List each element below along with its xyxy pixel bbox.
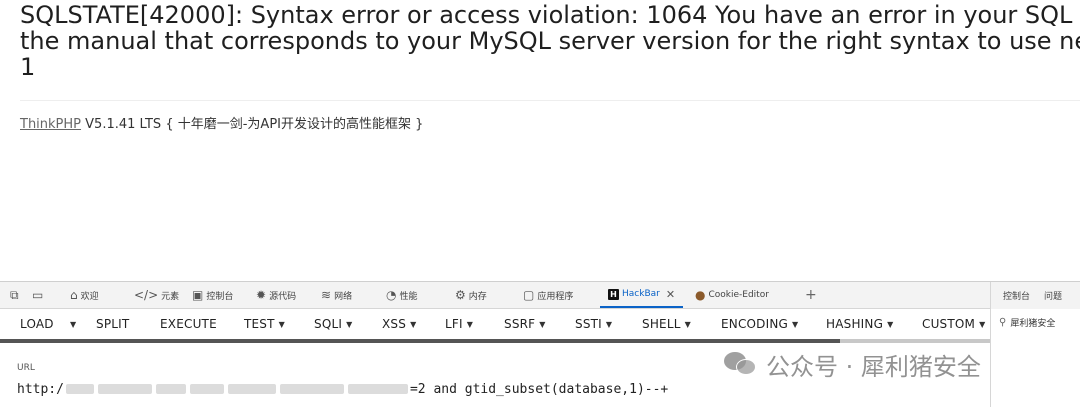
error-line-3: 1 xyxy=(20,53,36,81)
url-input[interactable]: http:/ =2 and gtid_subset(database,1)--+ xyxy=(17,380,668,398)
caret-down-icon: ▼ xyxy=(605,319,613,329)
url-suffix: =2 and gtid_subset(database,1)--+ xyxy=(409,381,669,397)
tab-network[interactable]: ≋ 网络 xyxy=(321,282,352,308)
load-button[interactable]: LOAD xyxy=(20,309,54,339)
shell-menu[interactable]: SHELL ▼ xyxy=(642,309,691,339)
console-icon: ▣ xyxy=(192,288,204,302)
caret-down-icon: ▼ xyxy=(410,319,417,329)
test-menu[interactable]: TEST ▼ xyxy=(244,309,285,339)
error-line-1: SQLSTATE[42000]: Syntax error or access … xyxy=(20,1,1080,29)
caret-down-icon: ▼ xyxy=(346,319,353,329)
xss-menu[interactable]: XSS ▼ xyxy=(382,309,416,339)
tab-sources[interactable]: ✹ 源代码 xyxy=(256,282,296,308)
horizontal-scrollbar[interactable] xyxy=(840,339,990,343)
tab-memory[interactable]: ⚙ 内存 xyxy=(455,282,487,308)
hashing-menu[interactable]: HASHING ▼ xyxy=(826,309,893,339)
split-button[interactable]: SPLIT xyxy=(96,309,129,339)
tab-cookie-editor[interactable]: ● Cookie-Editor xyxy=(695,282,769,308)
wechat-icon xyxy=(724,350,758,378)
error-message: SQLSTATE[42000]: Syntax error or access … xyxy=(20,2,1080,80)
devtools-tab-bar: ⧉ ▭ ⌂ 欢迎 </> 元素 ▣ 控制台 ✹ 源代码 ≋ 网络 ◔ 性能 ⚙ … xyxy=(0,282,990,309)
side-filter-value: 犀利猪安全 xyxy=(1010,318,1056,329)
divider xyxy=(20,100,1080,101)
caret-down-icon: ▼ xyxy=(792,319,799,329)
side-tab-console[interactable]: 控制台 xyxy=(1003,289,1030,302)
hackbar-toolbar: LOAD ▼ SPLIT EXECUTE TEST ▼ SQLI ▼ XSS ▼ LF… xyxy=(0,309,990,343)
redacted-segment xyxy=(227,384,276,394)
memory-icon: ⚙ xyxy=(455,288,466,302)
redacted-segment xyxy=(347,384,408,394)
encoding-menu[interactable]: ENCODING ▼ xyxy=(721,309,798,339)
page-content: SQLSTATE[42000]: Syntax error or access … xyxy=(0,0,1080,281)
side-tab-bar: 控制台 问题 xyxy=(991,282,1080,309)
url-label: URL xyxy=(17,363,35,373)
ssti-menu[interactable]: SSTI ▼ xyxy=(575,309,612,339)
tab-console[interactable]: ▣ 控制台 xyxy=(192,282,233,308)
redacted-segment xyxy=(155,384,186,394)
lfi-menu[interactable]: LFI ▼ xyxy=(445,309,473,339)
add-tab-icon[interactable]: + xyxy=(805,282,817,308)
close-icon[interactable]: ✕ xyxy=(666,288,675,301)
framework-footer: ThinkPHP V5.1.41 LTS { 十年磨一剑-为API开发设计的高性… xyxy=(20,113,423,132)
execute-button[interactable]: EXECUTE xyxy=(160,309,217,339)
device-toolbar-icon[interactable]: ⧉ xyxy=(10,282,19,308)
framework-version: V5.1.41 LTS xyxy=(85,117,162,132)
application-icon: ▢ xyxy=(523,288,535,302)
error-line-2: the manual that corresponds to your MySQ… xyxy=(20,27,1080,55)
custom-menu[interactable]: CUSTOM ▼ xyxy=(922,309,985,339)
caret-down-icon: ▼ xyxy=(539,319,546,329)
tab-performance[interactable]: ◔ 性能 xyxy=(386,282,418,308)
tab-elements[interactable]: </> 元素 xyxy=(134,282,179,308)
caret-down-icon: ▼ xyxy=(887,319,894,329)
wifi-icon: ≋ xyxy=(321,288,332,302)
url-prefix: http:/ xyxy=(17,381,64,397)
home-icon: ⌂ xyxy=(70,288,78,302)
bug-icon: ✹ xyxy=(256,288,267,302)
watermark: 公众号 · 犀利猪安全 xyxy=(724,346,981,382)
watermark-text: 公众号 · 犀利猪安全 xyxy=(766,352,981,381)
tab-hackbar[interactable]: H HackBar ✕ xyxy=(600,282,684,308)
redacted-segment xyxy=(279,384,344,394)
hackbar-icon: H xyxy=(608,288,619,300)
code-icon: </> xyxy=(134,288,159,302)
caret-down-icon: ▼ xyxy=(979,319,986,329)
side-filter[interactable]: ⚲ 犀利猪安全 xyxy=(999,314,1079,330)
thinkphp-link[interactable]: ThinkPHP xyxy=(20,117,81,132)
load-dropdown-button[interactable]: ▼ xyxy=(70,309,76,339)
dock-icon[interactable]: ▭ xyxy=(32,282,43,308)
tab-application[interactable]: ▢ 应用程序 xyxy=(523,282,573,308)
redacted-segment xyxy=(189,384,224,394)
redacted-segment xyxy=(97,384,152,394)
cookie-icon: ● xyxy=(695,288,706,302)
tab-welcome[interactable]: ⌂ 欢迎 xyxy=(70,282,99,308)
side-drawer: 控制台 问题 ⚲ 犀利猪安全 xyxy=(990,282,1080,407)
sqli-menu[interactable]: SQLI ▼ xyxy=(314,309,352,339)
side-tab-issues[interactable]: 问题 xyxy=(1044,289,1062,302)
search-icon: ⚲ xyxy=(999,316,1007,328)
caret-down-icon: ▼ xyxy=(466,319,474,329)
caret-down-icon: ▼ xyxy=(278,319,286,329)
gauge-icon: ◔ xyxy=(386,288,397,302)
redacted-segment xyxy=(65,384,94,394)
devtools-panel: ⧉ ▭ ⌂ 欢迎 </> 元素 ▣ 控制台 ✹ 源代码 ≋ 网络 ◔ 性能 ⚙ … xyxy=(0,281,1080,407)
ssrf-menu[interactable]: SSRF ▼ xyxy=(504,309,546,339)
framework-slogan: { 十年磨一剑-为API开发设计的高性能框架 } xyxy=(165,117,424,132)
caret-down-icon: ▼ xyxy=(70,319,77,329)
caret-down-icon: ▼ xyxy=(684,319,691,329)
